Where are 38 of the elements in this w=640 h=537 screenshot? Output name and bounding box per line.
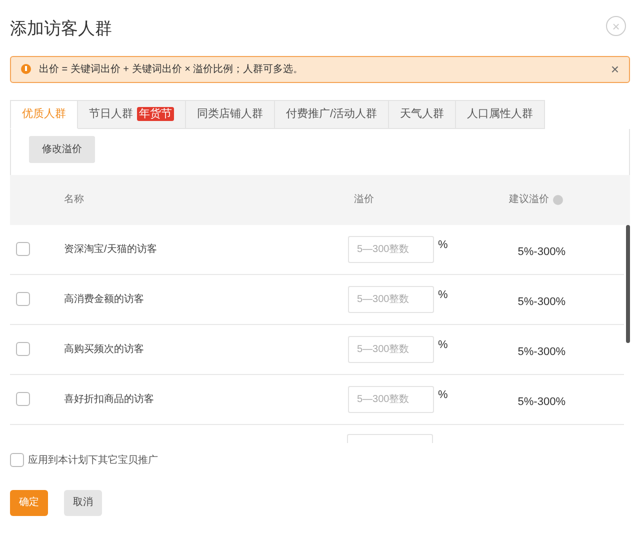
- edit-premium-button[interactable]: 修改溢价: [29, 136, 95, 162]
- percent-unit: %: [438, 388, 448, 402]
- table-cell-text: 5%-300%: [518, 294, 566, 310]
- tab[interactable]: 节日人群 年货节: [78, 100, 186, 128]
- premium-input[interactable]: 5—300整数: [348, 236, 434, 262]
- premium-input[interactable]: 5—300整数: [348, 286, 434, 312]
- row-checkbox[interactable]: [16, 292, 30, 306]
- table-cell-text: 喜好折扣商品的访客: [64, 392, 155, 406]
- tab-badge: 年货节: [137, 107, 174, 121]
- percent-unit: %: [438, 238, 448, 252]
- premium-input[interactable]: 5—300整数: [348, 386, 434, 412]
- help-icon: [553, 194, 563, 204]
- tab[interactable]: 付费推广/活动人群: [275, 100, 390, 128]
- tab[interactable]: 人口属性人群: [456, 100, 546, 128]
- apply-checkbox[interactable]: [10, 453, 24, 467]
- table-cell-text: 5%-300%: [518, 344, 566, 360]
- alert-close-button[interactable]: ×: [610, 62, 619, 76]
- row-checkbox[interactable]: [16, 342, 30, 356]
- table-cell-text: 5%-300%: [518, 394, 566, 410]
- premium-input[interactable]: 5—300整数: [348, 336, 434, 362]
- column-header: 溢价: [354, 193, 375, 207]
- row-checkbox[interactable]: [16, 242, 30, 256]
- percent-unit: %: [438, 288, 448, 302]
- table-cell-text: 5%-300%: [518, 244, 566, 260]
- cancel-button[interactable]: 取消: [64, 490, 102, 516]
- column-header: 名称: [64, 193, 85, 207]
- alert-text: 出价 = 关键词出价 + 关键词出价 × 溢价比例；人群可多选。: [39, 62, 304, 76]
- column-header: 建议溢价: [509, 192, 549, 207]
- apply-label: 应用到本计划下其它宝贝推广: [28, 454, 158, 468]
- dialog-title: 添加访客人群: [10, 18, 112, 40]
- row-checkbox[interactable]: [16, 392, 30, 406]
- table-cell-text: 资深淘宝/天猫的访客: [64, 242, 158, 256]
- table-cell-text: 高购买频次的访客: [64, 342, 145, 356]
- tab[interactable]: 同类店铺人群: [186, 100, 275, 128]
- warning-icon: [21, 64, 31, 74]
- tab[interactable]: 天气人群: [389, 100, 456, 128]
- table-cell-text: 高消费金额的访客: [64, 292, 145, 306]
- percent-unit: %: [438, 338, 448, 352]
